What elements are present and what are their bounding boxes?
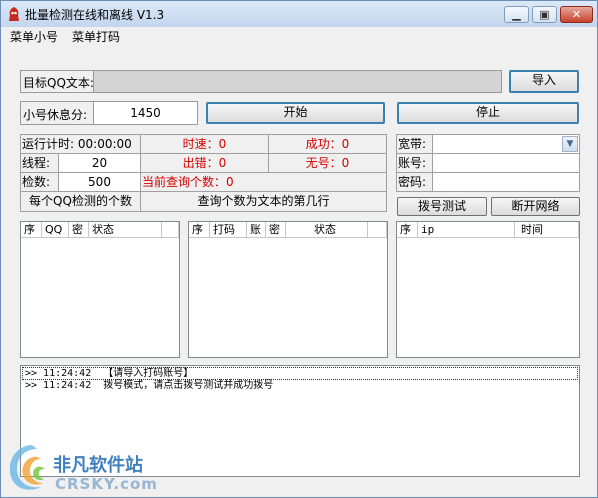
- maximize-button[interactable]: ▣: [532, 6, 557, 23]
- main-window: 批量检测在线和离线 V1.3 ▁ ▣ ✕ 菜单小号 菜单打码 目标QQ文本: 导…: [0, 0, 598, 498]
- target-row: 目标QQ文本:: [20, 70, 502, 93]
- current-query-stat: 当前查询个数：0: [141, 173, 387, 192]
- column-header[interactable]: 状态: [286, 222, 387, 238]
- hint-per-qq: 每个QQ检测的个数: [21, 192, 141, 212]
- rest-row: 小号休息分: 1450: [20, 101, 198, 125]
- stop-button[interactable]: 停止: [397, 102, 579, 124]
- runtime-label: 运行计时:: [22, 137, 75, 151]
- column-header[interactable]: QQ: [42, 222, 69, 238]
- column-header[interactable]: 密: [69, 222, 89, 238]
- column-header[interactable]: 密: [266, 222, 286, 238]
- rest-input[interactable]: 1450: [93, 102, 197, 124]
- broadband-select[interactable]: ▼: [433, 135, 580, 154]
- maximize-icon: ▣: [539, 8, 550, 21]
- stats-grid: 运行计时: 00:00:00 时速：0 成功：0 线程: 20 出错：0 无号：…: [20, 134, 387, 212]
- runtime-value: 00:00:00: [77, 137, 132, 151]
- password-input[interactable]: [433, 173, 580, 192]
- app-icon: [9, 7, 19, 21]
- log-line: >> 11:24:42 拨号模式，请点击拨号测试并成功拨号: [25, 380, 274, 391]
- watermark-text-cn: 非凡软件站: [53, 455, 143, 476]
- menu-item-dama[interactable]: 菜单打码: [72, 28, 120, 45]
- window-title: 批量检测在线和离线 V1.3: [25, 8, 165, 22]
- column-header[interactable]: 账: [247, 222, 266, 238]
- rest-label: 小号休息分:: [23, 108, 88, 122]
- speed-stat: 时速：0: [141, 135, 269, 154]
- runtime-cell: 运行计时: 00:00:00: [21, 135, 141, 154]
- count-input[interactable]: 500: [59, 173, 141, 192]
- account-input[interactable]: [433, 154, 580, 173]
- count-label: 检数:: [21, 173, 59, 192]
- success-stat: 成功：0: [269, 135, 387, 154]
- column-header[interactable]: 序: [189, 222, 210, 238]
- watermark-text-en: CRSKY.com: [55, 475, 158, 493]
- close-button[interactable]: ✕: [560, 6, 593, 23]
- menu-item-xiaohao[interactable]: 菜单小号: [10, 28, 58, 45]
- column-header[interactable]: 序: [397, 222, 418, 238]
- crsky-logo-icon: [9, 445, 45, 490]
- qq-status-table[interactable]: 序 QQ 密 状态: [20, 221, 180, 358]
- title-bar: 批量检测在线和离线 V1.3 ▁ ▣ ✕: [1, 1, 597, 27]
- import-button[interactable]: 导入: [509, 70, 579, 93]
- column-header[interactable]: 状态: [89, 222, 179, 238]
- menu-bar: 菜单小号 菜单打码: [1, 27, 597, 45]
- network-grid: 宽带: ▼ 账号: 密码:: [396, 134, 580, 192]
- dial-test-button[interactable]: 拨号测试: [397, 197, 487, 216]
- broadband-label: 宽带:: [397, 135, 433, 154]
- chevron-down-icon[interactable]: ▼: [562, 136, 578, 152]
- ip-table[interactable]: 序 ip 时间: [396, 221, 580, 358]
- threads-label: 线程:: [21, 154, 59, 173]
- column-divider: [367, 222, 368, 238]
- column-divider: [161, 222, 162, 238]
- password-label: 密码:: [397, 173, 433, 192]
- start-button[interactable]: 开始: [206, 102, 385, 124]
- watermark-logo: 非凡软件站 CRSKY.com: [3, 437, 161, 497]
- hint-line-number: 查询个数为文本的第几行: [141, 192, 387, 212]
- account-label: 账号:: [397, 154, 433, 173]
- log-line: >> 11:24:42 【请导入打码账号】: [22, 367, 578, 380]
- column-header[interactable]: 时间: [515, 222, 579, 238]
- disconnect-button[interactable]: 断开网络: [491, 197, 580, 216]
- minimize-button[interactable]: ▁: [504, 6, 529, 23]
- target-file-field[interactable]: [93, 71, 501, 92]
- minimize-icon: ▁: [512, 8, 521, 21]
- column-header[interactable]: 打码: [210, 222, 247, 238]
- column-header[interactable]: 序: [21, 222, 42, 238]
- threads-input[interactable]: 20: [59, 154, 141, 173]
- errors-stat: 出错：0: [141, 154, 269, 173]
- column-header[interactable]: ip: [418, 222, 515, 238]
- dama-status-table[interactable]: 序 打码 账 密 状态: [188, 221, 388, 358]
- close-icon: ✕: [571, 8, 582, 21]
- no-account-stat: 无号：0: [269, 154, 387, 173]
- target-label: 目标QQ文本:: [23, 76, 94, 90]
